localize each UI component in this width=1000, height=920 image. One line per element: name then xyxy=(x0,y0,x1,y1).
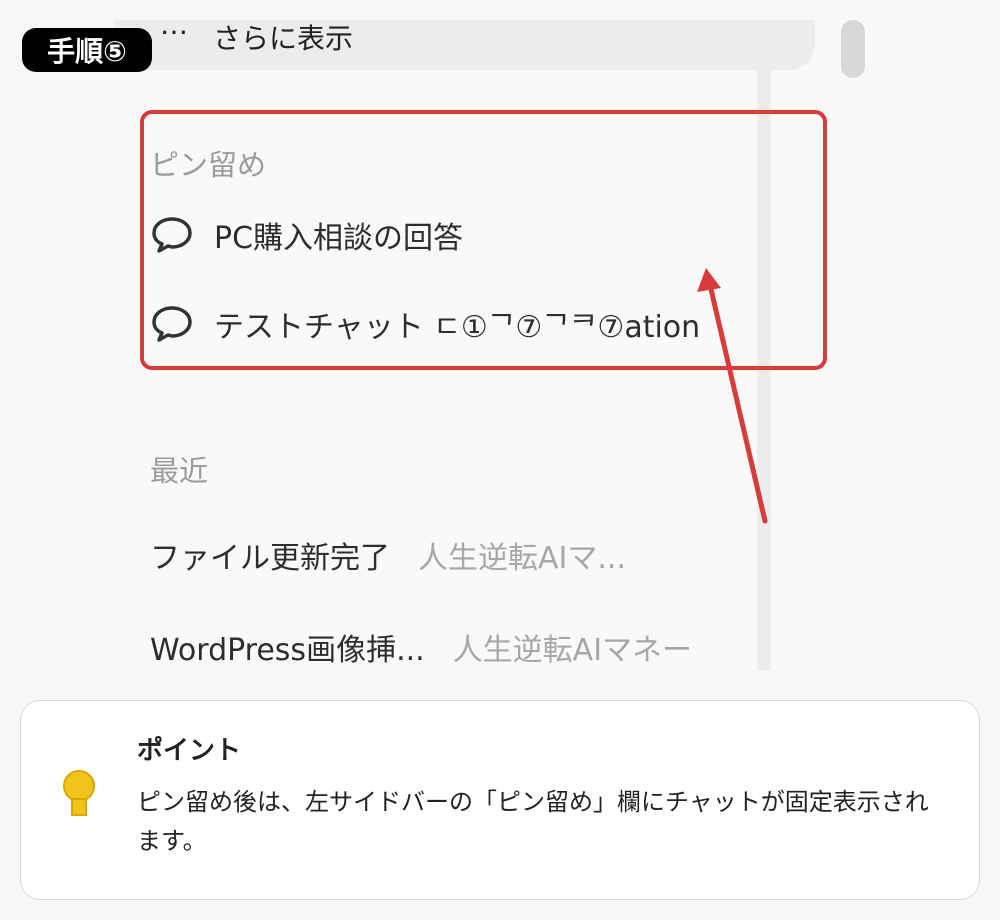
recent-chat-item[interactable]: ファイル更新完了 人生逆転AIマ... xyxy=(150,533,626,577)
recent-chat-title: ファイル更新完了 xyxy=(150,541,390,576)
recent-chat-title: WordPress画像挿... xyxy=(150,633,425,668)
pinned-highlight-box xyxy=(140,110,827,370)
point-body: ピン留め後は、左サイドバーの「ピン留め」欄にチャットが固定表示されます。 xyxy=(137,788,929,855)
show-more-row[interactable]: … さらに表示 xyxy=(115,20,815,70)
recent-chat-item[interactable]: WordPress画像挿... 人生逆転AIマネー xyxy=(150,625,692,669)
recent-chat-project: 人生逆転AIマネー xyxy=(452,633,693,668)
lightbulb-icon xyxy=(63,770,95,816)
point-title: ポイント xyxy=(137,736,242,766)
more-dots-icon: … xyxy=(160,20,188,41)
recent-chat-project: 人生逆転AIマ... xyxy=(418,541,626,576)
show-more-label: さらに表示 xyxy=(213,22,354,55)
scrollbar-thumb[interactable] xyxy=(841,20,865,78)
recent-section-label: 最近 xyxy=(150,454,209,488)
point-card: ポイント ピン留め後は、左サイドバーの「ピン留め」欄にチャットが固定表示されます… xyxy=(20,700,980,900)
step-badge: 手順⑤ xyxy=(22,28,152,72)
